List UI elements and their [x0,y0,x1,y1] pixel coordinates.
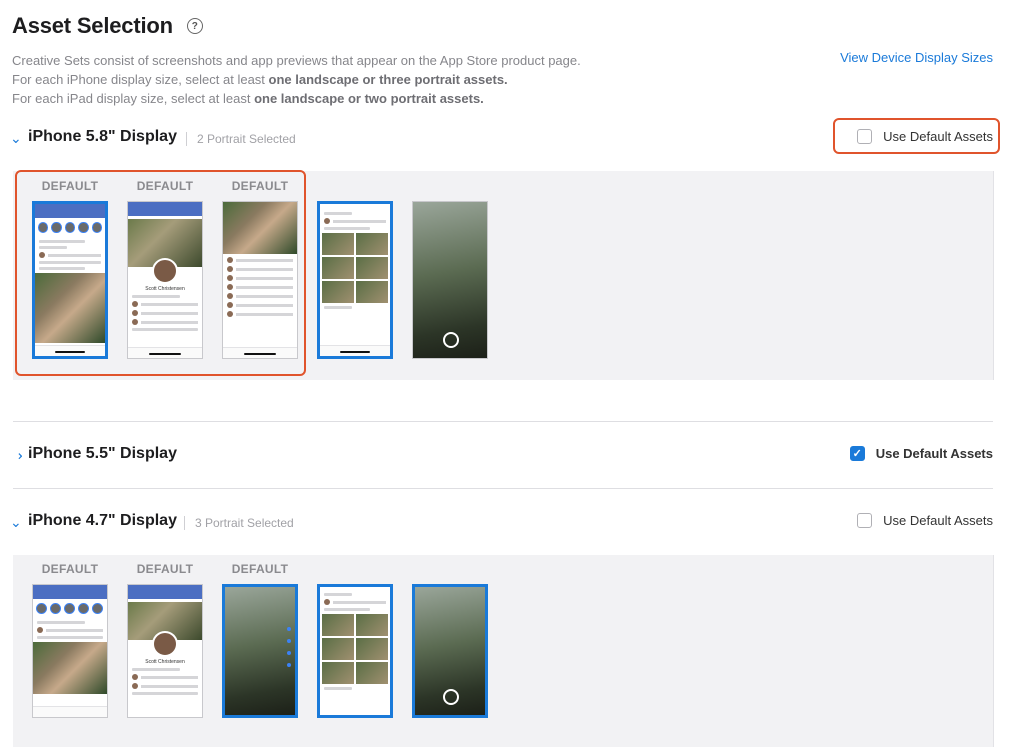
use-default-checkbox[interactable]: ✓ [849,446,865,461]
screenshot-profile[interactable]: Scott Christensen [127,584,203,718]
section-title[interactable]: iPhone 5.5" Display [28,445,177,463]
screenshot-live-video[interactable] [222,584,298,718]
asset-thumbnail[interactable]: DEFAULT Scott Christensen [127,179,203,359]
view-device-display-sizes-link[interactable]: View Device Display Sizes [840,50,993,65]
description-line-2-bold: one landscape or three portrait assets. [268,72,508,87]
chevron-down-icon[interactable]: ⌄ [10,515,24,529]
asset-thumbnail[interactable]: DEFAULT [32,562,108,718]
screenshot-camera[interactable] [412,201,488,359]
section-separator [184,516,185,530]
asset-thumbnail[interactable]: DEFAULT [32,179,108,359]
page-header: Asset Selection ? Creative Sets consist … [12,10,998,108]
description-line-2: For each iPhone display size, select at … [12,70,998,89]
screenshot-update-status[interactable] [317,201,393,359]
default-label: DEFAULT [136,562,194,576]
use-default-assets-toggle[interactable]: ✓ Use Default Assets [849,446,993,461]
asset-thumbnail[interactable]: DEFAULT [222,179,298,359]
use-default-checkbox[interactable] [857,513,873,528]
section-divider [13,488,993,489]
description-line-3: For each iPad display size, select at le… [12,89,998,108]
use-default-assets-toggle[interactable]: Use Default Assets [857,513,993,528]
asset-thumbnail[interactable]: DEFAULT [222,562,298,718]
default-label: DEFAULT [231,562,289,576]
section-iphone-5-5: ⌄ iPhone 5.5" Display ✓ Use Default Asse… [0,442,1010,472]
screenshot-profile[interactable]: Scott Christensen [127,201,203,359]
default-label: DEFAULT [231,179,289,193]
asset-thumbnail[interactable] [317,584,393,718]
default-label: DEFAULT [136,179,194,193]
page-title: Asset Selection [12,13,173,38]
section-title[interactable]: iPhone 5.8" Display [28,128,177,146]
section-subtitle: 2 Portrait Selected [197,132,296,146]
screenshot-feed[interactable] [32,201,108,359]
question-circle-icon[interactable]: ? [186,18,203,34]
default-label: DEFAULT [41,562,99,576]
use-default-label: Use Default Assets [875,446,993,461]
default-label: DEFAULT [41,179,99,193]
description-line-3-bold: one landscape or two portrait assets. [254,91,484,106]
description-line-3-text: For each iPad display size, select at le… [12,91,255,106]
asset-thumbnail[interactable] [317,201,393,359]
section-iphone-4-7: ⌄ iPhone 4.7" Display 3 Portrait Selecte… [0,509,1010,539]
screenshot-camera[interactable] [412,584,488,718]
asset-thumbnail[interactable]: DEFAULT Scott Christensen [127,562,203,718]
screenshot-live-video[interactable] [222,201,298,359]
asset-thumbnail[interactable] [412,584,488,718]
section-separator [186,132,187,146]
highlight-use-default [833,118,1000,154]
screenshot-update-status[interactable] [317,584,393,718]
section-divider [13,421,993,422]
section-subtitle: 3 Portrait Selected [195,516,294,530]
chevron-down-icon[interactable]: ⌄ [10,131,24,145]
section-title[interactable]: iPhone 4.7" Display [28,512,177,530]
use-default-label: Use Default Assets [883,513,993,528]
asset-thumbnail[interactable] [412,201,488,359]
description-line-2-text: For each iPhone display size, select at … [12,72,269,87]
screenshot-feed[interactable] [32,584,108,718]
chevron-right-icon[interactable]: ⌄ [9,448,25,462]
